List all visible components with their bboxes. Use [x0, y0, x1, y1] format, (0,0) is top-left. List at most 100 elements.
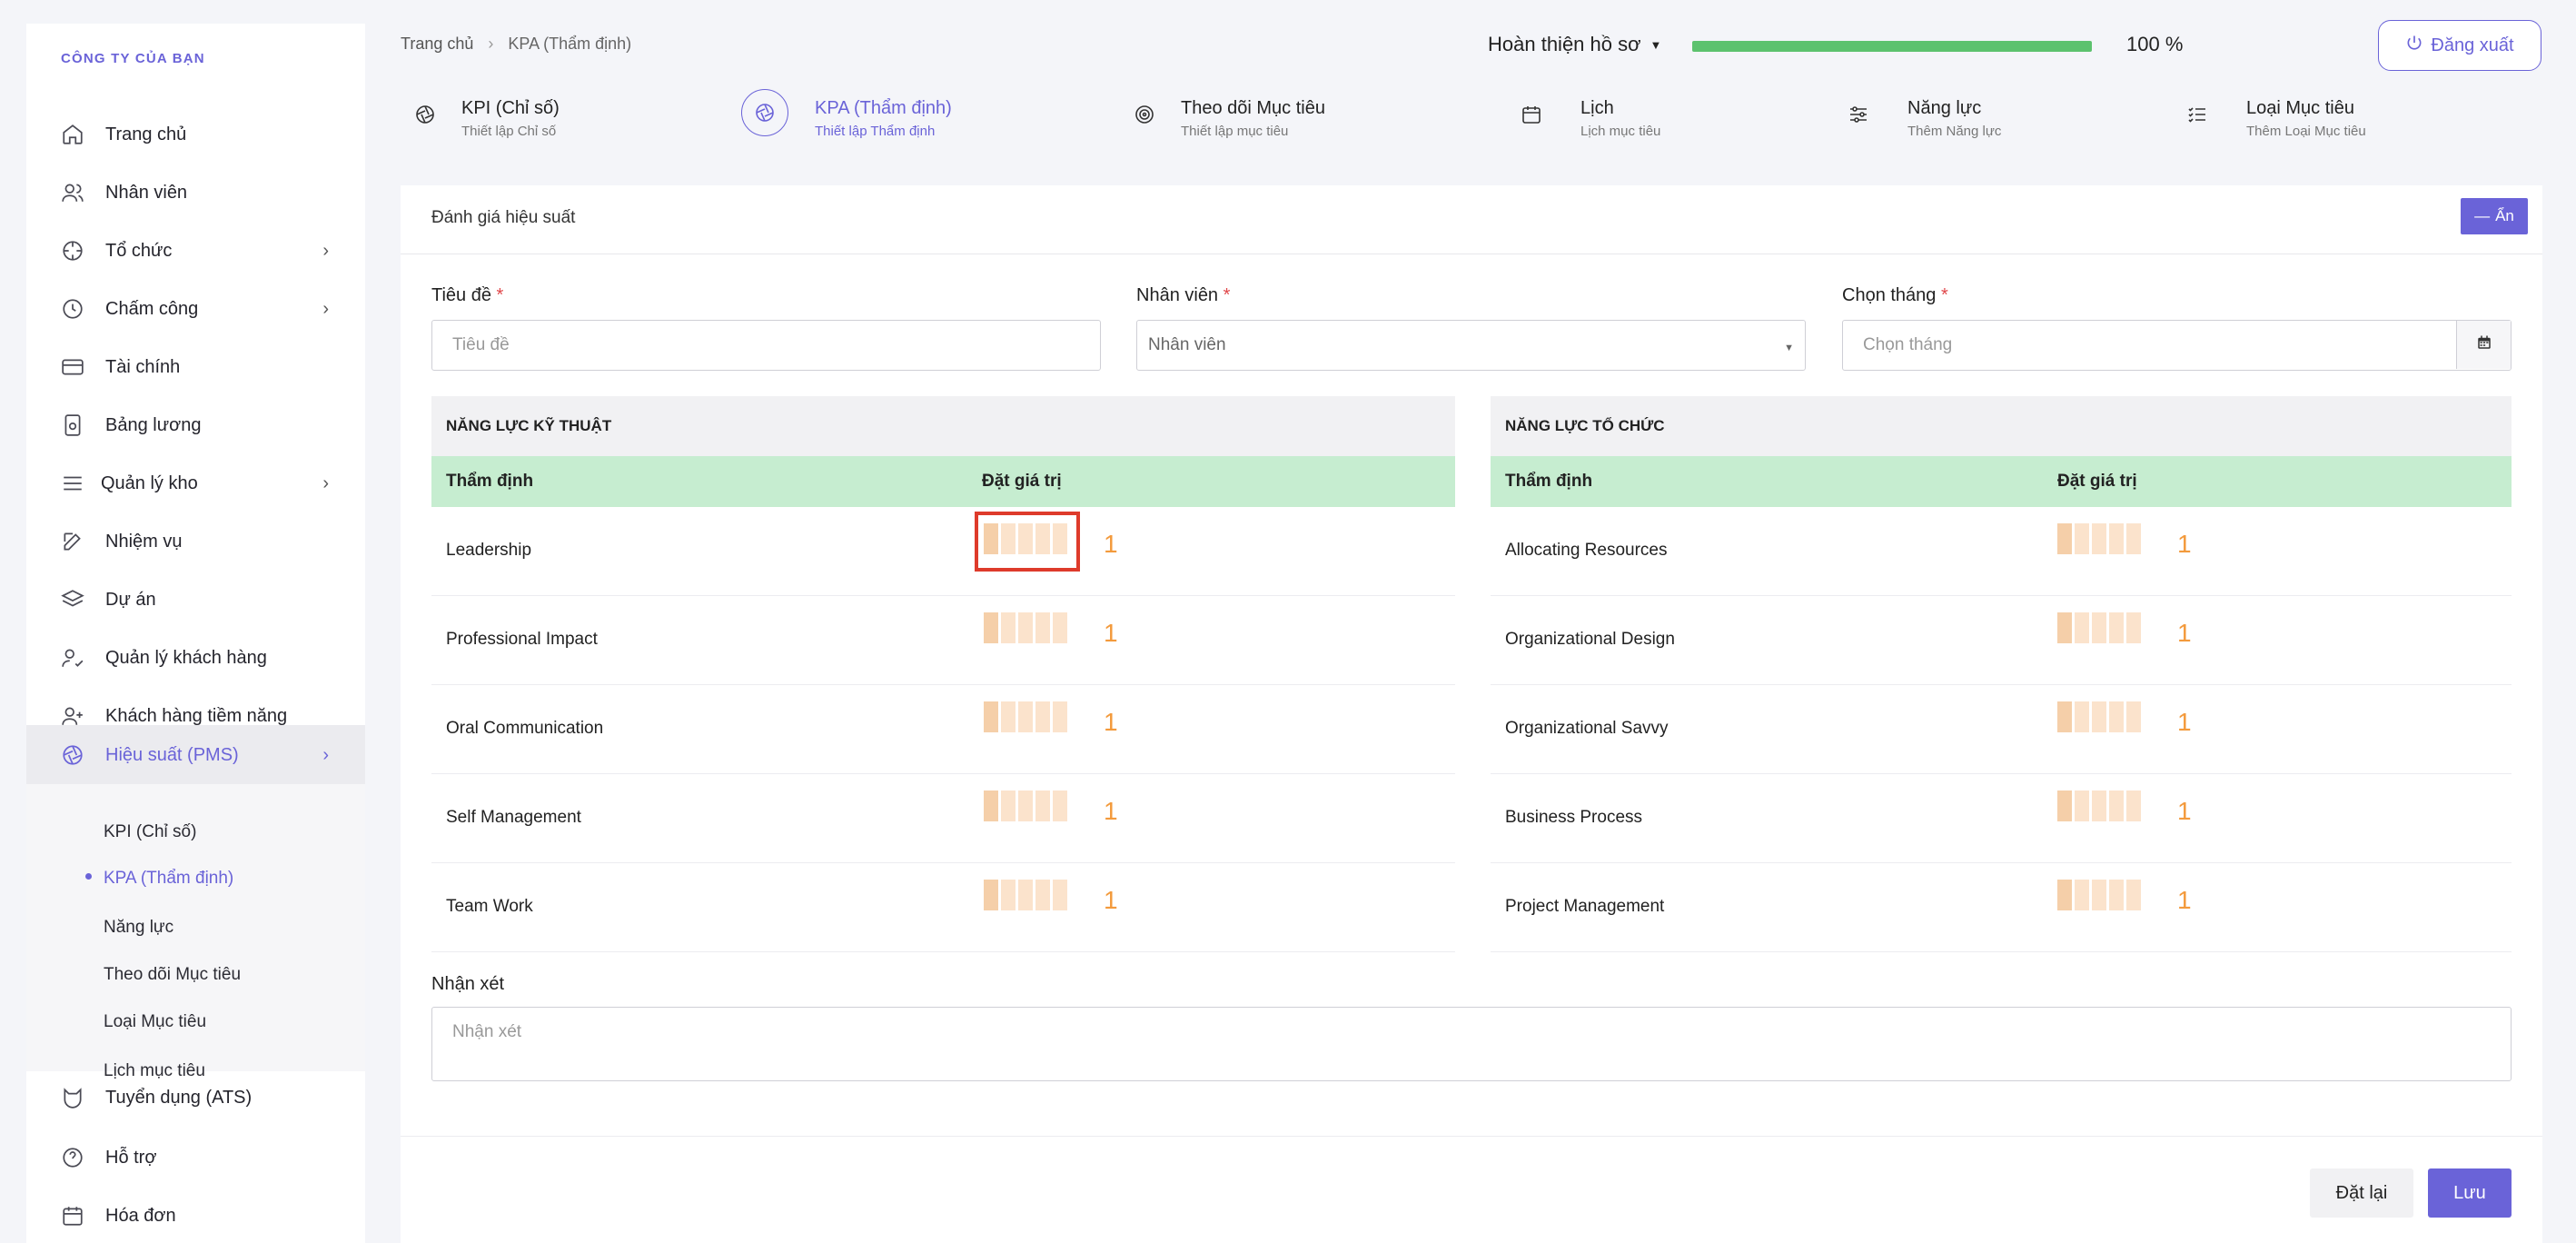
- users-icon: [61, 181, 84, 204]
- rating-segment[interactable]: [2092, 880, 2106, 910]
- sidebar-item-support[interactable]: Hỗ trợ: [26, 1129, 365, 1187]
- rating-segment[interactable]: [1018, 701, 1033, 732]
- card-header: Đánh giá hiệu suất — Ẩn: [401, 185, 2542, 254]
- sidebar-item-label: Tài chính: [105, 356, 181, 377]
- submenu-item-competency[interactable]: Năng lực: [104, 918, 173, 938]
- rating-segment[interactable]: [2057, 701, 2072, 732]
- rating-bar[interactable]: [984, 612, 1067, 643]
- sidebar-item-warehouse[interactable]: Quản lý kho ›: [26, 454, 365, 512]
- rating-segment[interactable]: [2092, 523, 2106, 554]
- rating-segment[interactable]: [2075, 880, 2089, 910]
- rating-segment[interactable]: [1035, 880, 1050, 910]
- rating-segment[interactable]: [1035, 612, 1050, 643]
- rating-segment[interactable]: [2109, 523, 2124, 554]
- rating-segment[interactable]: [1001, 880, 1016, 910]
- rating-segment[interactable]: [2126, 612, 2141, 643]
- profile-complete-dropdown[interactable]: Hoàn thiện hồ sơ ▼: [1488, 33, 1661, 56]
- sidebar-item-invoices[interactable]: Hóa đơn: [26, 1187, 365, 1243]
- rating-segment[interactable]: [1035, 791, 1050, 821]
- rating-bar[interactable]: [2057, 880, 2141, 910]
- rating-segment[interactable]: [2109, 612, 2124, 643]
- rating-segment[interactable]: [984, 880, 998, 910]
- rating-segment[interactable]: [1018, 612, 1033, 643]
- rating-bar[interactable]: [984, 701, 1067, 732]
- rating-value: 1: [1104, 797, 1118, 825]
- competency-name: Team Work: [446, 897, 533, 916]
- rating-segment[interactable]: [2057, 880, 2072, 910]
- rating-segment[interactable]: [2109, 791, 2124, 821]
- crosshair-icon: [61, 239, 84, 263]
- rating-segment[interactable]: [984, 612, 998, 643]
- competency-name: Project Management: [1505, 897, 1665, 916]
- rating-segment[interactable]: [1001, 612, 1016, 643]
- rating-segment[interactable]: [1001, 701, 1016, 732]
- title-input[interactable]: Tiêu đề: [431, 320, 1101, 371]
- rating-segment[interactable]: [1053, 701, 1067, 732]
- tab-subtitle: Thiết lập Thẩm định: [815, 124, 936, 139]
- rating-segment[interactable]: [2126, 880, 2141, 910]
- rating-segment[interactable]: [1053, 612, 1067, 643]
- submenu-item-kpa[interactable]: KPA (Thẩm định): [104, 869, 233, 889]
- sidebar-item-recruitment[interactable]: Tuyển dụng (ATS): [26, 1069, 365, 1127]
- menu-icon: [61, 472, 84, 495]
- rating-segment[interactable]: [2126, 701, 2141, 732]
- sidebar-item-employees[interactable]: Nhân viên: [26, 164, 365, 222]
- sidebar-item-finance[interactable]: Tài chính: [26, 338, 365, 396]
- title-placeholder: Tiêu đề: [452, 335, 510, 354]
- breadcrumb-current: KPA (Thẩm định): [508, 35, 632, 53]
- rating-segment[interactable]: [2075, 701, 2089, 732]
- employee-select[interactable]: Nhân viên ▼: [1136, 320, 1806, 371]
- sidebar-item-attendance[interactable]: Chấm công ›: [26, 280, 365, 338]
- rating-bar[interactable]: [2057, 791, 2141, 821]
- reset-button[interactable]: Đặt lại: [2310, 1168, 2413, 1218]
- rating-segment[interactable]: [2057, 791, 2072, 821]
- rating-segment[interactable]: [1053, 880, 1067, 910]
- rating-segment[interactable]: [1018, 880, 1033, 910]
- rating-segment[interactable]: [2075, 612, 2089, 643]
- hide-button[interactable]: — Ẩn: [2461, 198, 2528, 234]
- rating-value: 1: [2177, 619, 2192, 647]
- sidebar-item-payroll[interactable]: Bảng lương: [26, 396, 365, 454]
- breadcrumb-home[interactable]: Trang chủ: [401, 35, 473, 54]
- sidebar-item-tasks[interactable]: Nhiệm vụ: [26, 512, 365, 571]
- save-button[interactable]: Lưu: [2428, 1168, 2512, 1218]
- rating-bar[interactable]: [2057, 523, 2141, 554]
- rating-segment[interactable]: [2057, 612, 2072, 643]
- submenu-item-goal-tracking[interactable]: Theo dõi Mục tiêu: [104, 965, 241, 985]
- edit-icon: [61, 530, 84, 553]
- rating-segment[interactable]: [1035, 701, 1050, 732]
- rating-segment[interactable]: [2092, 791, 2106, 821]
- rating-segment[interactable]: [2092, 612, 2106, 643]
- rating-bar[interactable]: [2057, 612, 2141, 643]
- month-picker-input[interactable]: Chọn tháng: [1842, 320, 2512, 371]
- rating-segment[interactable]: [1053, 791, 1067, 821]
- rating-segment[interactable]: [1001, 791, 1016, 821]
- submenu-item-goal-type[interactable]: Loại Mục tiêu: [104, 1012, 206, 1032]
- submenu-item-kpi[interactable]: KPI (Chỉ số): [104, 822, 196, 842]
- rating-segment[interactable]: [2109, 701, 2124, 732]
- sidebar-item-performance[interactable]: Hiệu suất (PMS) ›: [26, 725, 365, 785]
- rating-bar[interactable]: [2057, 701, 2141, 732]
- rating-segment[interactable]: [2075, 791, 2089, 821]
- employee-label: Nhân viên *: [1136, 285, 1230, 306]
- rating-segment[interactable]: [2075, 523, 2089, 554]
- rating-bar[interactable]: [984, 880, 1067, 910]
- col-appraisal: Thẩm định: [1505, 472, 1593, 491]
- logout-button[interactable]: Đăng xuất: [2378, 20, 2541, 71]
- sidebar-item-projects[interactable]: Dự án: [26, 571, 365, 629]
- calendar-button[interactable]: [2456, 321, 2511, 369]
- rating-segment[interactable]: [1018, 791, 1033, 821]
- sidebar-item-customers[interactable]: Quản lý khách hàng: [26, 629, 365, 687]
- rating-segment[interactable]: [2109, 880, 2124, 910]
- rating-segment[interactable]: [2126, 791, 2141, 821]
- note-textarea[interactable]: Nhận xét: [431, 1007, 2512, 1081]
- rating-bar[interactable]: [984, 791, 1067, 821]
- rating-segment[interactable]: [984, 791, 998, 821]
- rating-segment[interactable]: [2092, 701, 2106, 732]
- rating-segment[interactable]: [2126, 523, 2141, 554]
- rating-segment[interactable]: [2057, 523, 2072, 554]
- rating-segment[interactable]: [984, 701, 998, 732]
- competency-name: Leadership: [446, 541, 532, 560]
- sidebar-item-organization[interactable]: Tổ chức ›: [26, 222, 365, 280]
- sidebar-item-home[interactable]: Trang chủ: [26, 105, 365, 164]
